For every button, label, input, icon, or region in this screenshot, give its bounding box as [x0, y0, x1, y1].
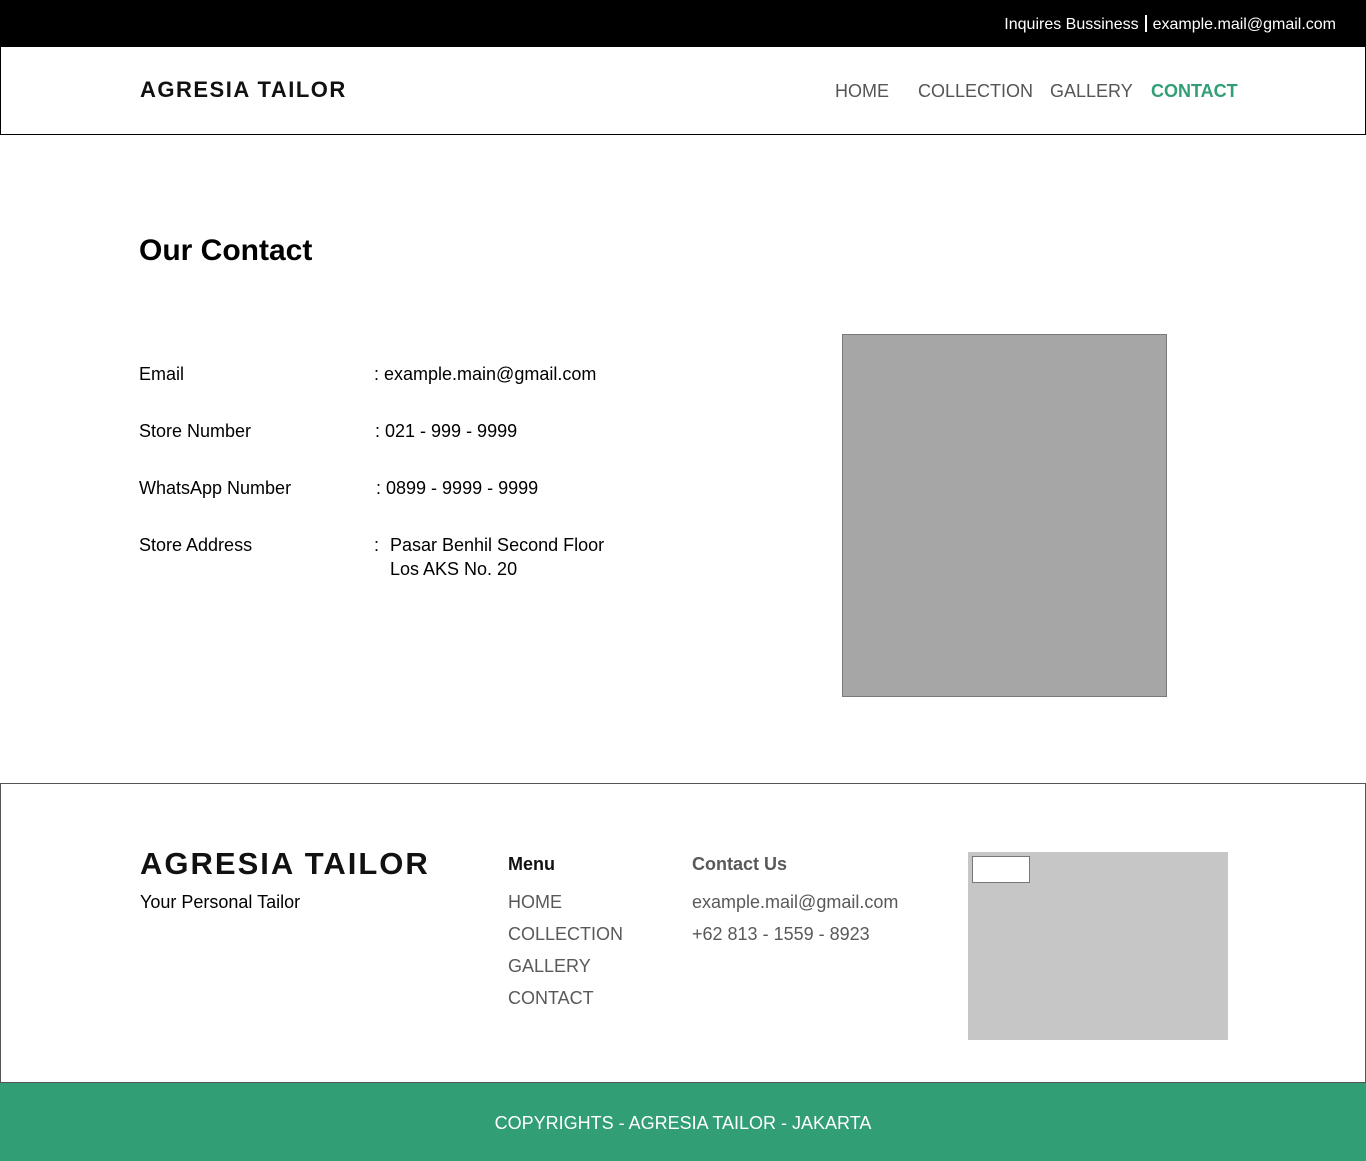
site-logo[interactable]: AGRESIA TAILOR: [140, 77, 347, 103]
header: AGRESIA TAILOR HOME COLLECTION GALLERY C…: [0, 46, 1366, 135]
footer-link-home[interactable]: HOME: [508, 892, 562, 913]
map-control[interactable]: [972, 856, 1030, 883]
store-number-value: : 021 - 999 - 9999: [375, 421, 518, 441]
top-bar: Inquires Bussiness example.mail@gmail.com: [0, 0, 1366, 46]
whatsapp-value: : 0899 - 9999 - 9999: [376, 478, 539, 498]
footer-contact-phone: +62 813 - 1559 - 8923: [692, 924, 870, 944]
inquiries-email[interactable]: example.mail@gmail.com: [1153, 16, 1336, 33]
copyright-bar: COPYRIGHTS - AGRESIA TAILOR - JAKARTA: [0, 1083, 1366, 1161]
divider: [1144, 15, 1147, 32]
address-line-1: Pasar Benhil Second Floor: [390, 535, 605, 555]
inquiries-text: Inquires Bussiness example.mail@gmail.com: [1004, 15, 1336, 34]
inquiries-label: Inquires Bussiness: [1004, 16, 1139, 33]
address-line-2: Los AKS No. 20: [390, 559, 518, 579]
footer-tagline: Your Personal Tailor: [140, 892, 301, 912]
footer-contact-email[interactable]: example.mail@gmail.com: [692, 892, 898, 913]
footer-menu-heading: Menu: [508, 854, 555, 874]
footer-link-contact[interactable]: CONTACT: [508, 988, 594, 1009]
store-image-placeholder: [842, 334, 1167, 697]
email-value: : example.main@gmail.com: [374, 364, 597, 384]
copyright-text: COPYRIGHTS - AGRESIA TAILOR - JAKARTA: [494, 1113, 872, 1133]
address-colon: :: [374, 535, 380, 555]
footer-link-gallery[interactable]: GALLERY: [508, 956, 591, 977]
nav-home[interactable]: HOME: [835, 81, 889, 102]
nav-gallery[interactable]: GALLERY: [1050, 81, 1133, 102]
address-label: Store Address: [139, 535, 253, 555]
email-label: Email: [139, 364, 185, 384]
store-number-label: Store Number: [139, 421, 252, 441]
footer: AGRESIA TAILOR Your Personal Tailor Menu…: [0, 783, 1366, 1083]
nav-contact[interactable]: CONTACT: [1151, 81, 1238, 102]
footer-link-collection[interactable]: COLLECTION: [508, 924, 623, 945]
nav-collection[interactable]: COLLECTION: [918, 81, 1033, 102]
map-embed[interactable]: [968, 852, 1228, 1040]
footer-logo: AGRESIA TAILOR: [140, 846, 430, 881]
page-title: Our Contact: [139, 234, 313, 267]
whatsapp-label: WhatsApp Number: [139, 478, 292, 498]
footer-contact-heading: Contact Us: [692, 854, 788, 874]
